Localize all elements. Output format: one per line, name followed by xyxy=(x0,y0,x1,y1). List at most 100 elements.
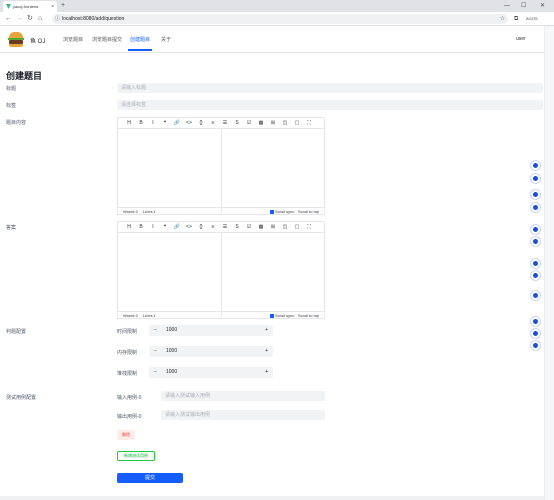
user-menu[interactable]: user xyxy=(516,36,526,42)
table-icon[interactable]: ▦ xyxy=(255,224,267,230)
italic-icon[interactable]: I xyxy=(147,224,159,230)
nav-create-question[interactable]: 创建题目 xyxy=(130,36,150,43)
increment-button[interactable]: + xyxy=(265,346,268,357)
code-block-icon[interactable]: {} xyxy=(195,120,207,126)
bookmark-star-icon[interactable]: ☆ xyxy=(500,14,505,24)
address-input[interactable]: ⓘ localhost:8080/add/question ☆ xyxy=(52,14,508,24)
memory-limit-value[interactable]: 1000 xyxy=(166,346,177,357)
unordered-list-icon[interactable]: ≡ xyxy=(207,120,219,126)
checkbox-icon[interactable] xyxy=(270,209,274,214)
decrement-button[interactable]: − xyxy=(154,346,157,357)
strikethrough-icon[interactable]: S xyxy=(231,120,243,126)
home-icon[interactable]: ⌂ xyxy=(38,14,42,24)
time-limit-value[interactable]: 1000 xyxy=(166,325,177,336)
floating-widget-icon[interactable] xyxy=(530,328,541,339)
forward-arrow-icon[interactable]: → xyxy=(16,14,23,24)
window-close-button[interactable]: ✕ xyxy=(540,1,545,11)
bold-icon[interactable]: B xyxy=(135,120,147,126)
burger-logo-icon xyxy=(8,32,24,48)
nav-browse-questions[interactable]: 浏览题目 xyxy=(63,36,83,43)
grid-icon[interactable]: ⊞ xyxy=(267,224,279,230)
floating-widget-icon[interactable] xyxy=(530,316,541,327)
title-input[interactable]: 请输入标题 xyxy=(117,83,543,93)
scroll-sync-toggle[interactable]: Scroll sync xyxy=(270,312,294,320)
fullscreen-icon[interactable]: ⛶ xyxy=(303,224,315,230)
floating-widget-icon[interactable] xyxy=(530,340,541,351)
scroll-sync-label: Scroll sync xyxy=(275,313,295,318)
delete-case-button[interactable]: 删除 xyxy=(117,430,135,440)
submit-button[interactable]: 提交 xyxy=(117,473,183,483)
nav-about[interactable]: 关于 xyxy=(161,36,171,43)
floating-widget-icon[interactable] xyxy=(530,173,541,184)
code-icon[interactable]: <> xyxy=(183,224,195,230)
editor-split-divider[interactable] xyxy=(221,129,222,215)
task-list-icon[interactable]: ☑ xyxy=(243,120,255,126)
code-icon[interactable]: <> xyxy=(183,120,195,126)
time-limit-stepper[interactable]: − 1000 + xyxy=(149,325,273,336)
increment-button[interactable]: + xyxy=(265,367,268,378)
floating-widget-icon[interactable] xyxy=(530,160,541,171)
strikethrough-icon[interactable]: S xyxy=(231,224,243,230)
nav-browse-submissions[interactable]: 浏览题目提交 xyxy=(92,36,122,43)
answer-editor-body[interactable]: Words 0 Lines 1 Scroll sync Scroll to to… xyxy=(118,233,324,319)
link-icon[interactable]: 🔗 xyxy=(171,120,183,126)
floating-widget-icon[interactable] xyxy=(530,236,541,247)
preview-icon[interactable]: ◫ xyxy=(279,120,291,126)
browser-toolbar: ← → ↻ ⌂ ⓘ localhost:8080/add/question ☆ … xyxy=(0,12,554,26)
decrement-button[interactable]: − xyxy=(154,325,157,336)
browser-tab[interactable]: yacoj-frontend × xyxy=(3,1,57,12)
floating-widget-icon[interactable] xyxy=(530,270,541,281)
floating-widget-icon[interactable] xyxy=(530,189,541,200)
site-info-icon[interactable]: ⓘ xyxy=(55,14,60,24)
content-editor[interactable]: H B I ❝ 🔗 <> {} ≡ ☰ S ☑ ▦ ⊞ ◫ ▢ ⛶ Words … xyxy=(117,117,325,215)
content-editor-body[interactable]: Words 0 Lines 1 Scroll sync Scroll to to… xyxy=(118,129,324,215)
minimize-button[interactable]: — xyxy=(504,1,510,11)
preview-icon[interactable]: ◫ xyxy=(279,224,291,230)
case-output-field[interactable]: 请输入测试输出用例 xyxy=(161,410,325,420)
tab-close-icon[interactable]: × xyxy=(51,4,54,10)
bottom-scrollbar[interactable] xyxy=(0,496,544,500)
table-icon[interactable]: ▦ xyxy=(255,120,267,126)
floating-widget-icon[interactable] xyxy=(530,202,541,213)
back-arrow-icon[interactable]: ← xyxy=(5,14,12,24)
bold-icon[interactable]: B xyxy=(135,224,147,230)
memory-limit-stepper[interactable]: − 1000 + xyxy=(149,346,273,357)
browser-tab-bar: yacoj-frontend × + — ☐ ✕ xyxy=(0,0,554,12)
increment-button[interactable]: + xyxy=(265,325,268,336)
ordered-list-icon[interactable]: ☰ xyxy=(219,120,231,126)
unordered-list-icon[interactable]: ≡ xyxy=(207,224,219,230)
heading-icon[interactable]: H xyxy=(123,120,135,126)
quote-icon[interactable]: ❝ xyxy=(159,120,171,126)
agos-badge[interactable]: AGOS xyxy=(526,14,538,24)
write-icon[interactable]: ▢ xyxy=(291,120,303,126)
maximize-button[interactable]: ☐ xyxy=(521,1,526,11)
floating-widget-icon[interactable] xyxy=(530,290,541,301)
reload-icon[interactable]: ↻ xyxy=(27,14,33,24)
tags-select[interactable]: 请选择标签 xyxy=(117,100,543,110)
quote-icon[interactable]: ❝ xyxy=(159,224,171,230)
ordered-list-icon[interactable]: ☰ xyxy=(219,224,231,230)
grid-icon[interactable]: ⊞ xyxy=(267,120,279,126)
stack-limit-stepper[interactable]: − 1000 + xyxy=(149,367,273,378)
extensions-icon[interactable]: ⧉ xyxy=(514,14,518,24)
new-tab-button[interactable]: + xyxy=(61,1,65,11)
floating-widget-icon[interactable] xyxy=(530,224,541,235)
decrement-button[interactable]: − xyxy=(154,367,157,378)
add-case-button[interactable]: 新增测试用例 xyxy=(117,451,155,461)
fullscreen-icon[interactable]: ⛶ xyxy=(303,120,315,126)
task-list-icon[interactable]: ☑ xyxy=(243,224,255,230)
scroll-to-top-link[interactable]: Scroll to top xyxy=(298,312,319,320)
editor-split-divider[interactable] xyxy=(221,233,222,319)
write-icon[interactable]: ▢ xyxy=(291,224,303,230)
italic-icon[interactable]: I xyxy=(147,120,159,126)
heading-icon[interactable]: H xyxy=(123,224,135,230)
checkbox-icon[interactable] xyxy=(270,313,274,318)
floating-widget-icon[interactable] xyxy=(530,258,541,269)
link-icon[interactable]: 🔗 xyxy=(171,224,183,230)
case-input-field[interactable]: 请输入测试输入用例 xyxy=(161,391,325,401)
answer-editor[interactable]: H B I ❝ 🔗 <> {} ≡ ☰ S ☑ ▦ ⊞ ◫ ▢ ⛶ Words … xyxy=(117,221,325,319)
code-block-icon[interactable]: {} xyxy=(195,224,207,230)
scroll-to-top-link[interactable]: Scroll to top xyxy=(298,208,319,216)
stack-limit-value[interactable]: 1000 xyxy=(166,367,177,378)
scroll-sync-toggle[interactable]: Scroll sync xyxy=(270,208,294,216)
